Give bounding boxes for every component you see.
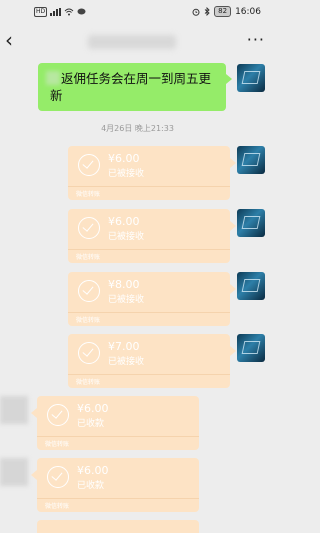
transfer-footer: 微信转账: [68, 186, 230, 200]
transfer-footer-label: 微信转账: [45, 441, 70, 448]
hd-badge: HD: [34, 7, 48, 17]
transfer-card[interactable]: ¥6.00 已被接收 微信转账: [68, 146, 236, 200]
transfer-footer-label: 微信转账: [45, 503, 70, 510]
status-left: HD: [34, 7, 86, 17]
transfer-status: 已被接收: [108, 232, 145, 242]
chat-header: ‹ ···: [0, 22, 275, 62]
transfer-card[interactable]: ¥7.00 已被接收 微信转账: [68, 334, 236, 388]
check-circle-icon: [78, 217, 100, 239]
contact-avatar-redacted[interactable]: [0, 396, 28, 424]
transfer-status: 已被接收: [108, 169, 145, 179]
transfer-footer: 微信转账: [68, 312, 230, 326]
transfer-footer-label: 微信转账: [76, 379, 101, 386]
my-avatar[interactable]: [237, 146, 265, 174]
status-bar: HD 82 16:06: [0, 0, 275, 22]
my-avatar[interactable]: [237, 209, 265, 237]
check-circle-icon: [78, 154, 100, 176]
transfer-amount: ¥8.00: [108, 278, 140, 291]
more-options-button[interactable]: ···: [247, 30, 265, 49]
check-circle-icon: [78, 280, 100, 302]
transfer-footer-label: 微信转账: [76, 317, 101, 324]
transfer-footer: 微信转账: [68, 249, 230, 263]
transfer-footer: 微信转账: [37, 498, 199, 512]
transfer-amount: ¥6.00: [77, 402, 109, 415]
wifi-icon: [64, 8, 74, 16]
check-circle-icon: [47, 404, 69, 426]
transfer-status: 已被接收: [108, 295, 145, 305]
transfer-footer-label: 微信转账: [76, 254, 101, 261]
transfer-card[interactable]: ¥6.00 已收款 微信转账: [31, 396, 199, 450]
transfer-footer: 微信转账: [37, 436, 199, 450]
check-circle-icon: [78, 342, 100, 364]
my-avatar[interactable]: [237, 272, 265, 300]
transfer-amount: ¥6.00: [108, 215, 140, 228]
check-circle-icon: [47, 466, 69, 488]
alarm-icon: [192, 8, 200, 16]
transfer-footer: 微信转账: [68, 374, 230, 388]
message-text: 返佣任务会在周一到周五更新: [50, 71, 212, 103]
transfer-amount: ¥6.00: [108, 152, 140, 165]
status-right: 82 16:06: [192, 6, 261, 17]
message-timestamp: 4月26日 晚上21:33: [101, 124, 174, 133]
sent-message-bubble[interactable]: 返佣任务会在周一到周五更新: [38, 63, 232, 111]
battery-indicator: 82: [214, 6, 232, 17]
transfer-status: 已被接收: [108, 357, 145, 367]
transfer-amount: ¥6.00: [77, 464, 109, 477]
chat-notification-icon: [77, 8, 86, 15]
transfer-status: 已收款: [77, 419, 105, 429]
bluetooth-icon: [204, 7, 210, 16]
transfer-card-partial[interactable]: [37, 520, 199, 533]
transfer-card[interactable]: ¥6.00 已收款 微信转账: [31, 458, 199, 512]
back-button[interactable]: ‹: [5, 29, 19, 51]
contact-avatar-redacted[interactable]: [0, 458, 28, 486]
transfer-card[interactable]: ¥6.00 已被接收 微信转账: [68, 209, 236, 263]
transfer-status: 已收款: [77, 481, 105, 491]
transfer-footer-label: 微信转账: [76, 191, 101, 198]
chat-title-redacted: [88, 35, 176, 49]
clock: 16:06: [235, 6, 261, 17]
signal-icon: [50, 8, 62, 16]
my-avatar[interactable]: [237, 334, 265, 362]
transfer-card[interactable]: ¥8.00 已被接收 微信转账: [68, 272, 236, 326]
transfer-amount: ¥7.00: [108, 340, 140, 353]
my-avatar[interactable]: [237, 64, 265, 92]
